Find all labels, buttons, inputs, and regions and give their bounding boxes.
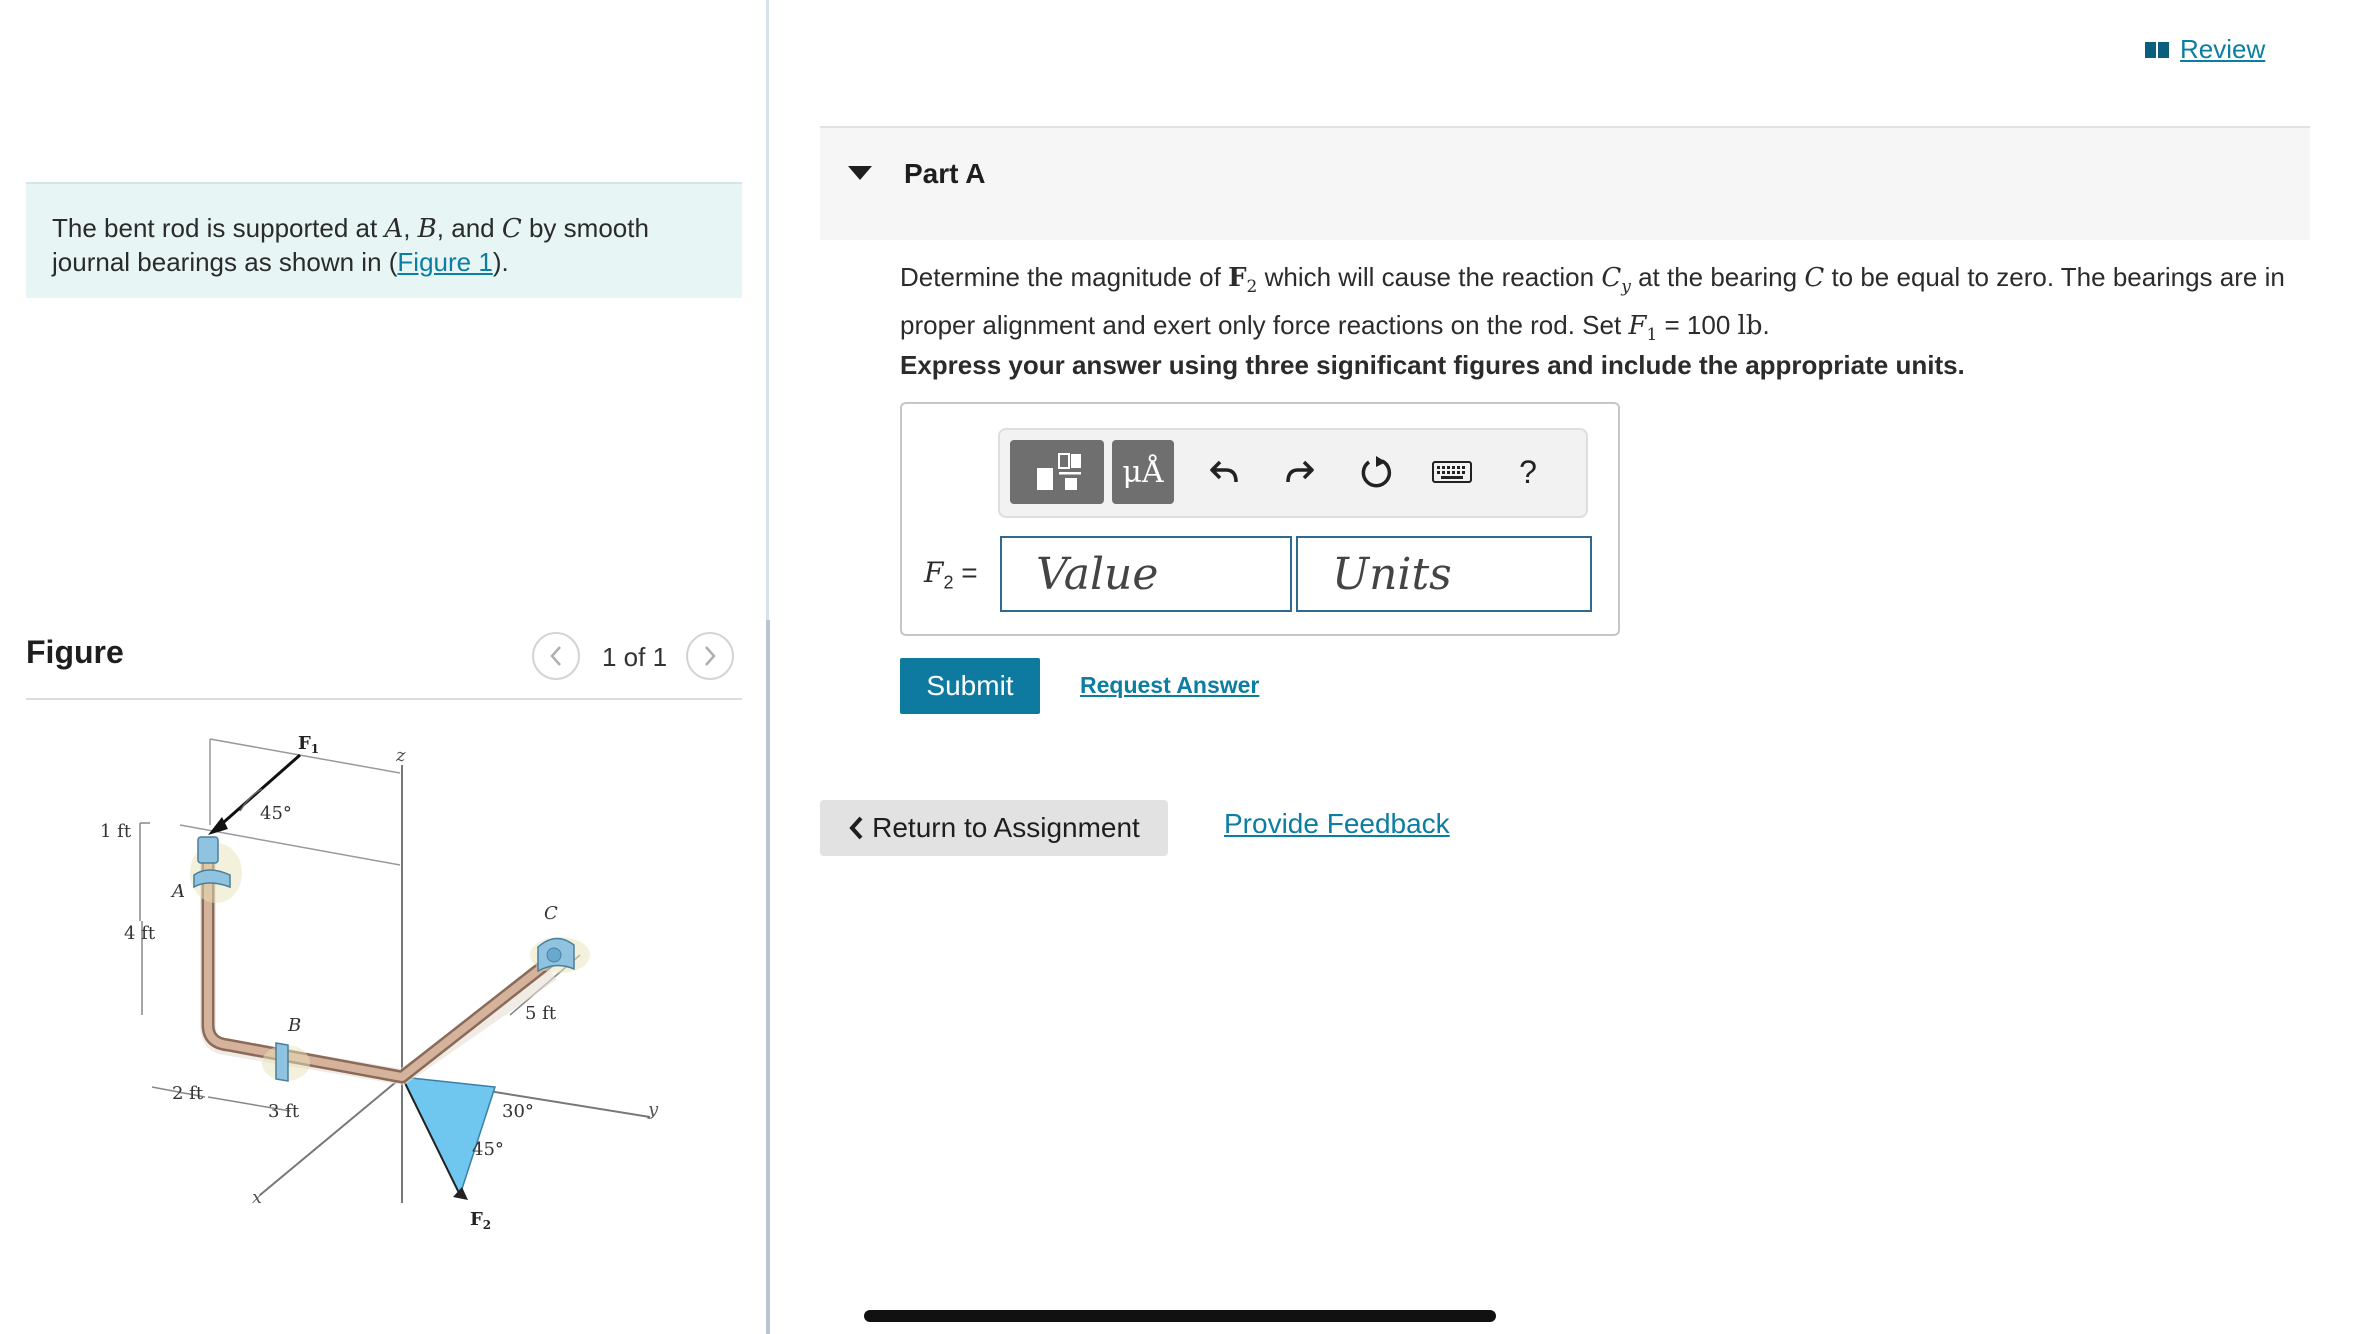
point-b-symbol: B — [417, 214, 437, 244]
label-2ft: 2 ft — [172, 1083, 204, 1104]
undo-icon[interactable] — [1196, 444, 1252, 500]
problem-text: The bent rod is supported at — [52, 213, 385, 243]
help-icon[interactable]: ? — [1500, 444, 1556, 500]
question-fragment: Determine the magnitude of — [900, 262, 1229, 292]
f1-symbol: F1 — [1628, 311, 1658, 346]
figure-counter: 1 of 1 — [602, 642, 668, 672]
question-fragment: at the bearing — [1630, 262, 1805, 292]
answer-box: μÅ ? F2 = — [900, 402, 1620, 636]
templates-icon — [1037, 453, 1081, 490]
cy-symbol: Cy — [1601, 263, 1631, 298]
figure-link[interactable]: Figure 1 — [397, 247, 492, 277]
label-angle-45-bottom: 45° — [472, 1139, 504, 1160]
question-text: Determine the magnitude of F2 which will… — [900, 258, 2300, 354]
label-point-b: B — [287, 1015, 301, 1036]
book-icon — [2145, 41, 2169, 58]
unit-lb: lb — [1737, 311, 1763, 342]
point-a-symbol: A — [384, 214, 404, 244]
submit-button[interactable]: Submit — [900, 658, 1040, 714]
label-axis-x: x — [252, 1187, 262, 1208]
label-f2: F2 — [470, 1209, 491, 1232]
value-input[interactable] — [1000, 536, 1292, 612]
point-c-symbol: C — [501, 214, 522, 244]
label-axis-z: z — [395, 745, 406, 766]
label-1ft: 1 ft — [100, 821, 132, 842]
figure-header: Figure 1 of 1 — [26, 630, 742, 700]
c-symbol: C — [1804, 263, 1825, 293]
review-link[interactable]: Review — [2144, 34, 2265, 65]
reset-icon[interactable] — [1348, 444, 1404, 500]
next-figure-button[interactable] — [686, 632, 734, 680]
label-point-a: A — [170, 881, 185, 902]
keyboard-icon[interactable] — [1424, 444, 1480, 500]
problem-separator: , and — [436, 213, 502, 243]
label-f1: F1 — [298, 733, 319, 756]
chevron-left-icon — [849, 816, 863, 840]
math-toolbar: μÅ ? — [998, 428, 1588, 518]
figure-title: Figure — [26, 634, 124, 670]
answer-label: F2 = — [924, 556, 978, 593]
request-answer-link[interactable]: Request Answer — [1080, 672, 1259, 699]
question-fragment: = 100 — [1657, 310, 1738, 341]
pane-divider-handle[interactable] — [766, 620, 770, 1334]
label-5ft: 5 ft — [525, 1003, 557, 1024]
label-angle-45-top: 45° — [260, 803, 292, 824]
label-point-c: C — [544, 903, 558, 924]
review-label: Review — [2180, 34, 2266, 64]
label-3ft: 3 ft — [268, 1101, 300, 1122]
units-symbol-button[interactable]: μÅ — [1112, 440, 1174, 504]
provide-feedback-link[interactable]: Provide Feedback — [1224, 808, 1450, 840]
home-indicator[interactable] — [864, 1310, 1496, 1322]
return-label: Return to Assignment — [872, 812, 1140, 843]
part-header[interactable]: Part A — [820, 128, 2310, 240]
left-pane: The bent rod is supported at A, B, and C… — [0, 0, 770, 1334]
question-fragment: . — [1762, 310, 1770, 341]
chevron-right-icon — [705, 646, 716, 666]
label-4ft: 4 ft — [124, 923, 156, 944]
redo-icon[interactable] — [1272, 444, 1328, 500]
collapse-caret-icon[interactable] — [848, 166, 872, 180]
previous-figure-button[interactable] — [532, 632, 580, 680]
label-axis-y: y — [647, 1099, 659, 1120]
bent-rod-figure: F1 45° 1 ft 4 ft A B C 5 ft 2 ft 3 ft 30… — [100, 733, 659, 1232]
part-title: Part A — [904, 158, 986, 189]
problem-text: ). — [492, 247, 509, 277]
answer-instruction: Express your answer using three signific… — [900, 350, 1965, 380]
templates-button[interactable] — [1010, 440, 1104, 504]
chevron-left-icon — [550, 646, 561, 666]
f2-symbol: F2 — [1228, 263, 1258, 298]
problem-separator: , — [403, 213, 418, 243]
units-input[interactable] — [1296, 536, 1592, 612]
question-fragment: which will cause the reaction — [1257, 262, 1602, 292]
return-to-assignment-button[interactable]: Return to Assignment — [820, 800, 1168, 856]
label-angle-30: 30° — [502, 1101, 534, 1122]
problem-statement: The bent rod is supported at A, B, and C… — [26, 182, 742, 298]
